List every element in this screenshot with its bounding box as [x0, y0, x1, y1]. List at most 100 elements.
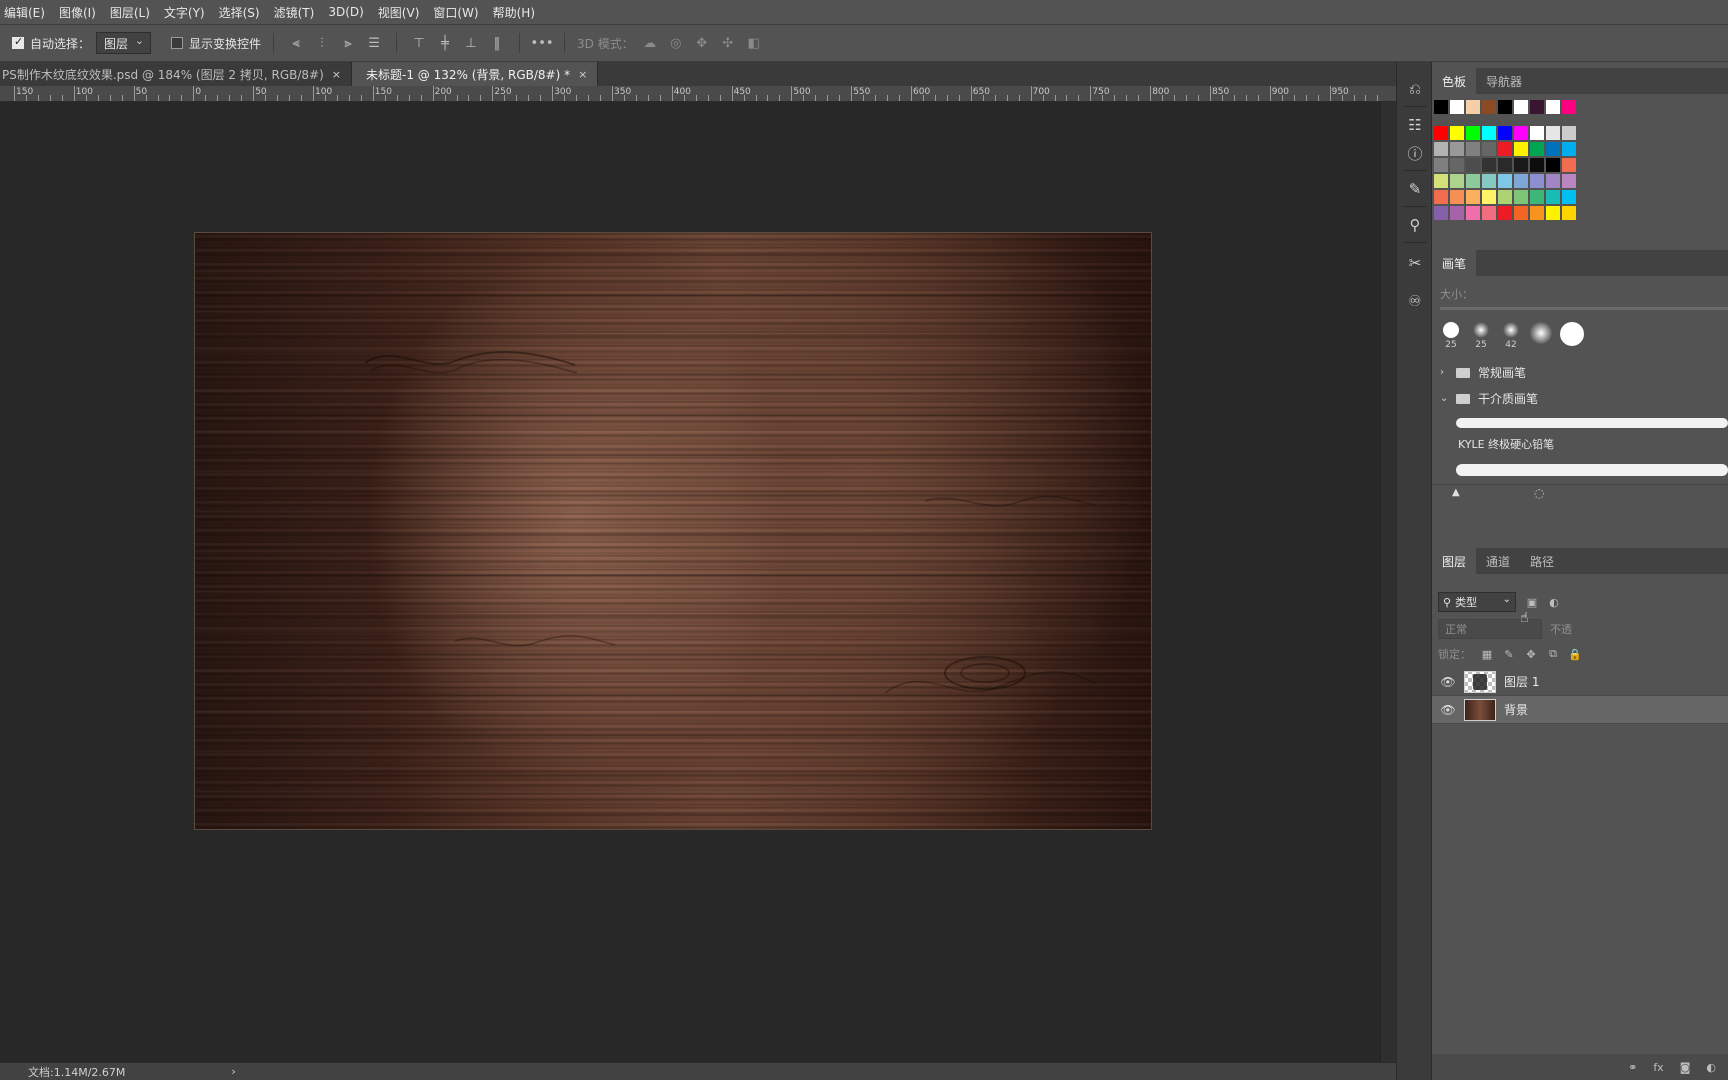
color-swatch[interactable] [1530, 206, 1544, 220]
menu-3d[interactable]: 3D(D) [328, 5, 363, 19]
tool-presets-icon[interactable]: ✂ [1405, 252, 1425, 274]
color-swatch[interactable] [1482, 206, 1496, 220]
link-layers-icon[interactable]: ⚭ [1628, 1061, 1637, 1074]
lock-pixels-icon[interactable]: ✎ [1503, 648, 1515, 661]
horizontal-ruler[interactable]: 150 100 50 0 50 100 150 200 250 300 350 400 450 500 55… [0, 86, 1396, 102]
align-right-icon[interactable]: ⫸ [338, 32, 358, 54]
3d-drag-icon[interactable]: ✥ [692, 32, 712, 54]
new-adjustment-icon[interactable]: ◐ [1706, 1061, 1716, 1074]
brush-tip[interactable]: 25 [1470, 322, 1492, 352]
color-swatch[interactable] [1562, 158, 1576, 172]
history-icon[interactable]: ⎌ [1405, 78, 1425, 100]
color-swatch[interactable] [1498, 142, 1512, 156]
align-top-icon[interactable]: ⊤ [409, 32, 429, 54]
lock-artboard-icon[interactable]: ⧉ [1547, 647, 1559, 660]
color-swatch[interactable] [1514, 100, 1528, 114]
color-swatch[interactable] [1450, 126, 1464, 140]
color-swatch[interactable] [1498, 158, 1512, 172]
color-swatch[interactable] [1450, 174, 1464, 188]
show-transform-checkbox[interactable] [171, 37, 184, 49]
3d-slide-icon[interactable]: ✣ [718, 32, 738, 54]
color-swatch[interactable] [1482, 142, 1496, 156]
clone-source-icon[interactable]: ⚲ [1405, 214, 1425, 236]
layer-name[interactable]: 背景 [1504, 701, 1528, 718]
color-swatch[interactable] [1562, 206, 1576, 220]
layer-filter-dropdown[interactable]: ⚲ 类型 [1438, 592, 1516, 612]
brush-tip[interactable] [1560, 322, 1584, 352]
color-swatch[interactable] [1530, 100, 1544, 114]
brush-name[interactable]: KYLE 终极硬心铅笔 [1458, 436, 1554, 452]
color-swatch[interactable] [1498, 126, 1512, 140]
color-swatch[interactable] [1434, 142, 1448, 156]
color-swatch[interactable] [1482, 158, 1496, 172]
align-left-icon[interactable]: ⫷ [286, 32, 306, 54]
menu-filter[interactable]: 滤镜(T) [274, 4, 315, 21]
auto-select-dropdown[interactable]: 图层 [96, 32, 152, 54]
brush-stroke-preview[interactable] [1456, 464, 1728, 476]
slider-handle-icon[interactable]: ▲ [1452, 487, 1460, 498]
menu-type[interactable]: 文字(Y) [164, 4, 205, 21]
color-swatch[interactable] [1498, 190, 1512, 204]
close-icon[interactable]: × [578, 68, 587, 81]
color-swatch[interactable] [1434, 158, 1448, 172]
color-swatch[interactable] [1434, 126, 1448, 140]
color-swatch[interactable] [1530, 126, 1544, 140]
color-swatch[interactable] [1562, 126, 1576, 140]
color-swatch[interactable] [1482, 126, 1496, 140]
tab-navigator[interactable]: 导航器 [1476, 68, 1532, 94]
color-swatch[interactable] [1530, 158, 1544, 172]
color-swatch[interactable] [1562, 100, 1576, 114]
menu-help[interactable]: 帮助(H) [493, 4, 535, 21]
auto-select-checkbox[interactable] [12, 35, 24, 49]
brush-tip[interactable] [1530, 322, 1552, 352]
color-swatch[interactable] [1546, 174, 1560, 188]
3d-scale-icon[interactable]: ◧ [744, 32, 764, 54]
brush-tip[interactable]: 25 [1440, 322, 1462, 352]
3d-roll-icon[interactable]: ◎ [666, 32, 686, 54]
canvas-workspace[interactable] [0, 102, 1380, 1062]
color-swatch[interactable] [1530, 174, 1544, 188]
color-swatch[interactable] [1466, 126, 1480, 140]
color-swatch[interactable] [1450, 100, 1464, 114]
menu-edit[interactable]: 编辑(E) [4, 4, 45, 21]
brush-stroke-preview[interactable] [1456, 418, 1728, 428]
add-mask-icon[interactable]: ◙ [1680, 1061, 1691, 1074]
align-vcenter-icon[interactable]: ╪ [435, 32, 455, 54]
color-swatch[interactable] [1530, 142, 1544, 156]
color-swatch[interactable] [1434, 206, 1448, 220]
color-swatch[interactable] [1450, 158, 1464, 172]
color-swatch[interactable] [1546, 126, 1560, 140]
color-swatch[interactable] [1450, 190, 1464, 204]
info-icon[interactable]: ⓘ [1405, 142, 1425, 164]
color-swatch[interactable] [1466, 206, 1480, 220]
status-arrow-button[interactable]: › [231, 1065, 235, 1078]
tab-channels[interactable]: 通道 [1476, 548, 1520, 574]
color-swatch[interactable] [1514, 126, 1528, 140]
color-swatch[interactable] [1546, 142, 1560, 156]
color-swatch[interactable] [1546, 100, 1560, 114]
color-swatch[interactable] [1498, 100, 1512, 114]
eye-icon[interactable]: 👁 [1432, 675, 1464, 689]
align-hcenter-icon[interactable]: ⫶ [312, 32, 332, 54]
more-options-icon[interactable]: ••• [531, 32, 554, 54]
layer-name[interactable]: 图层 1 [1504, 673, 1539, 690]
menu-view[interactable]: 视图(V) [378, 4, 420, 21]
lock-transparent-icon[interactable]: ▦ [1481, 648, 1493, 661]
tab-untitled-1[interactable]: 未标题-1 @ 132% (背景, RGB/8#) * × [351, 62, 599, 86]
brush-size-slider[interactable] [1440, 307, 1728, 310]
brush-folder-dry-media[interactable]: ⌄ 干介质画笔 [1440, 390, 1538, 407]
vertical-scrollbar[interactable] [1380, 102, 1396, 1062]
document-canvas-wood-texture[interactable] [194, 232, 1152, 830]
eye-toggle-icon[interactable]: ◌ [1534, 486, 1544, 500]
menu-select[interactable]: 选择(S) [219, 4, 260, 21]
fx-icon[interactable]: fx [1653, 1061, 1663, 1074]
color-swatch[interactable] [1482, 174, 1496, 188]
distribute-vertical-icon[interactable]: ☰ [364, 32, 384, 54]
menu-image[interactable]: 图像(I) [59, 4, 96, 21]
lock-all-icon[interactable]: 🔒 [1568, 648, 1582, 661]
eye-icon[interactable]: 👁 [1432, 703, 1464, 717]
color-swatch[interactable] [1466, 100, 1480, 114]
properties-icon[interactable]: ☷ [1405, 114, 1425, 136]
color-swatch[interactable] [1546, 158, 1560, 172]
color-swatch[interactable] [1450, 142, 1464, 156]
